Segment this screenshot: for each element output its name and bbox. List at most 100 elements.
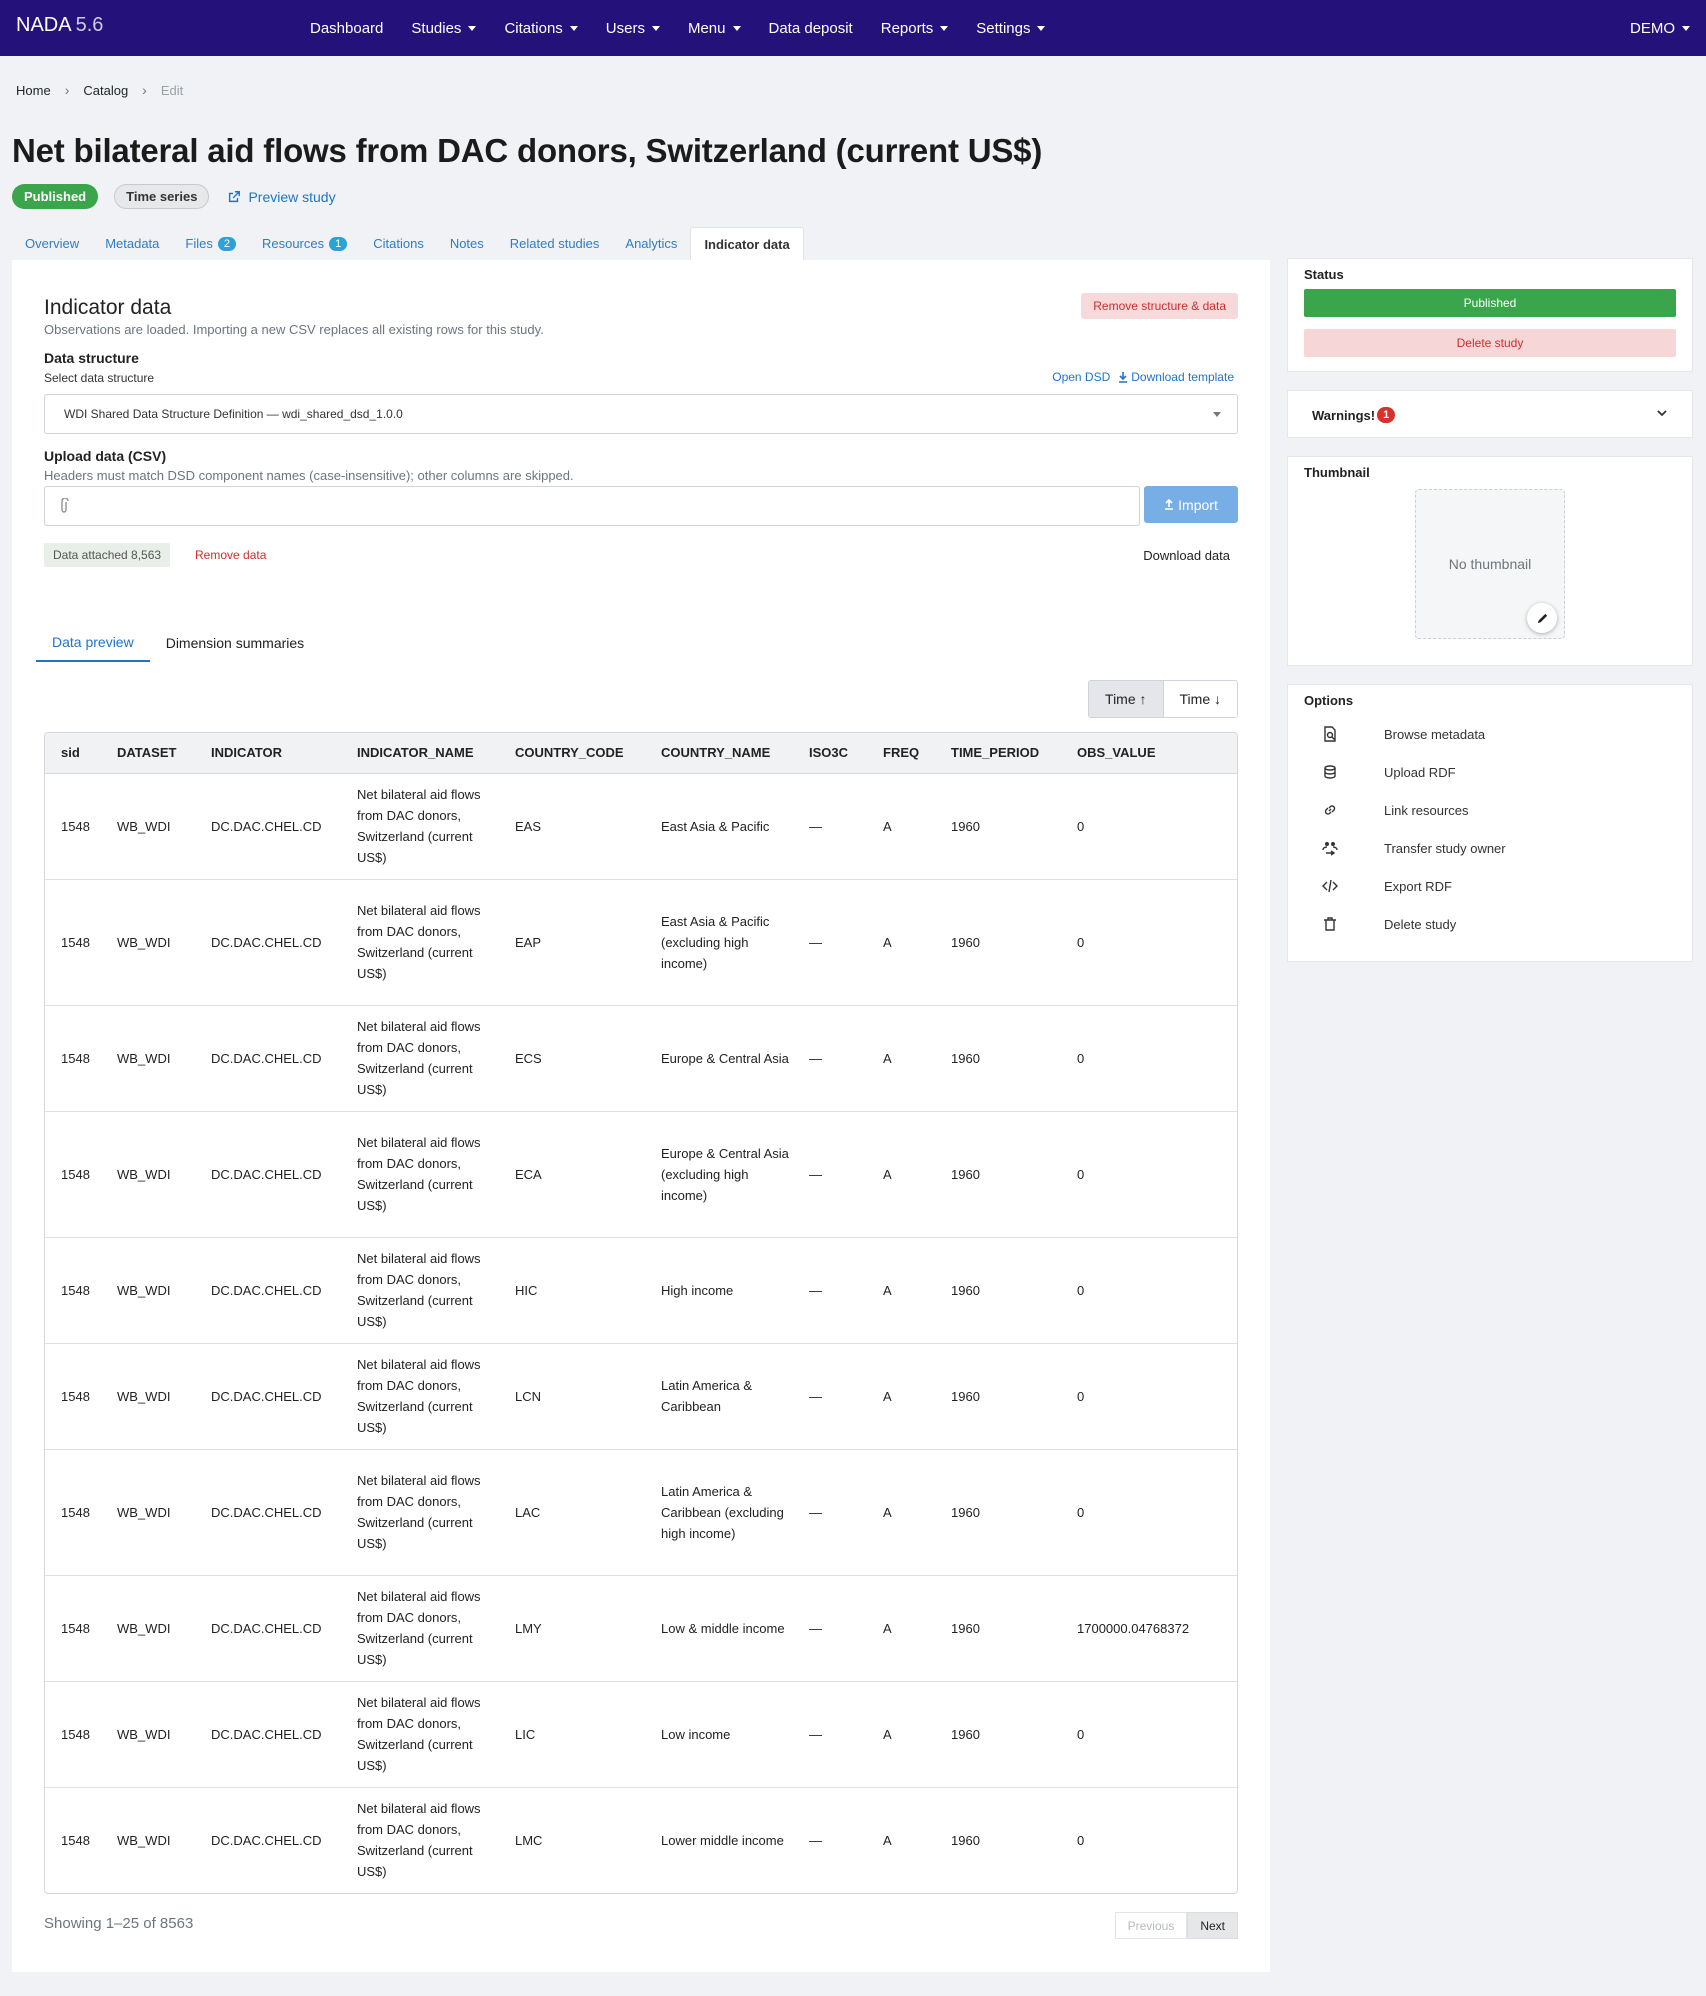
- sort-time-desc-button[interactable]: Time ↓: [1162, 681, 1237, 717]
- chevron-down-icon: [569, 25, 578, 31]
- cell-sid: 1548: [45, 1575, 109, 1682]
- table-row: 1548 WB_WDI DC.DAC.CHEL.CD Net bilateral ai…: [45, 1005, 1237, 1112]
- nav-item-citations[interactable]: Citations: [490, 0, 591, 56]
- chevron-down-icon: [732, 25, 741, 31]
- nav-item-label: Studies: [411, 19, 462, 37]
- cell-country_name: Lower middle income: [661, 1832, 784, 1848]
- tab-notes[interactable]: Notes: [437, 227, 497, 260]
- tab-analytics[interactable]: Analytics: [612, 227, 690, 260]
- tab-overview[interactable]: Overview: [12, 227, 92, 260]
- tab-data-preview[interactable]: Data preview: [36, 624, 150, 662]
- option-delete-study[interactable]: Delete study: [1304, 905, 1676, 943]
- chevron-down-icon[interactable]: [1656, 407, 1668, 419]
- status-card: Status Published Delete study: [1287, 258, 1693, 372]
- data-subtabs: Data preview Dimension summaries: [36, 624, 320, 662]
- import-button[interactable]: Import: [1144, 486, 1238, 523]
- breadcrumb-catalog[interactable]: Catalog: [83, 83, 128, 98]
- download-template-link[interactable]: Download template: [1131, 370, 1234, 384]
- option-transfer-study-owner[interactable]: Transfer study owner: [1304, 829, 1676, 867]
- tab-indicator-data[interactable]: Indicator data: [690, 227, 804, 260]
- cell-iso3c: —: [801, 879, 875, 1006]
- cell-indicator: DC.DAC.CHEL.CD: [211, 1832, 322, 1848]
- tab-citations[interactable]: Citations: [360, 227, 437, 260]
- option-upload-rdf[interactable]: Upload RDF: [1304, 753, 1676, 791]
- tab-files[interactable]: Files 2: [172, 227, 249, 260]
- cell-freq: A: [875, 1681, 943, 1788]
- remove-structure-button[interactable]: Remove structure & data: [1081, 293, 1238, 319]
- cell-country_name: Europe & Central Asia: [653, 1005, 801, 1112]
- remove-data-link[interactable]: Remove data: [195, 548, 266, 562]
- cell-freq: A: [875, 879, 943, 1006]
- cell-obs_value: 0: [1069, 879, 1237, 1006]
- cell-time_period: 1960: [943, 1343, 1069, 1450]
- breadcrumb-home[interactable]: Home: [16, 83, 51, 98]
- cell-dataset: WB_WDI: [117, 1832, 171, 1848]
- option-link-resources[interactable]: Link resources: [1304, 791, 1676, 829]
- cell-iso3c: —: [801, 773, 875, 880]
- cell-indicator: DC.DAC.CHEL.CD: [203, 773, 349, 880]
- nav-item-menu[interactable]: Menu: [674, 0, 755, 56]
- cell-dataset: WB_WDI: [109, 1111, 203, 1238]
- preview-study-label: Preview study: [248, 188, 336, 205]
- nav-item-label: Settings: [976, 19, 1031, 37]
- nav-item-reports[interactable]: Reports: [867, 0, 963, 56]
- csv-file-input[interactable]: [44, 486, 1140, 526]
- cell-indicator: DC.DAC.CHEL.CD: [203, 1111, 349, 1238]
- option-browse-metadata[interactable]: Browse metadata: [1304, 715, 1676, 753]
- sort-time-asc-button[interactable]: Time ↑: [1089, 681, 1163, 717]
- nav-item-studies[interactable]: Studies: [397, 0, 490, 56]
- cell-indicator_name: Net bilateral aid flows from DAC donors,…: [349, 773, 507, 880]
- published-button[interactable]: Published: [1304, 289, 1676, 317]
- tab-metadata[interactable]: Metadata: [92, 227, 172, 260]
- chevron-down-icon: [1037, 25, 1046, 31]
- column-header-freq: FREQ: [875, 733, 943, 774]
- previous-page-button[interactable]: Previous: [1114, 1912, 1188, 1939]
- nav-item-label: Users: [605, 19, 645, 37]
- cell-obs_value: 0: [1069, 1343, 1237, 1450]
- nav-item-data-deposit[interactable]: Data deposit: [755, 0, 867, 56]
- chevron-right-icon: ›: [142, 82, 147, 98]
- column-header-country_name: COUNTRY_NAME: [653, 733, 801, 774]
- option-label: Export RDF: [1384, 878, 1452, 894]
- trash-icon: [1304, 916, 1384, 932]
- brand-version: 5.6: [75, 14, 104, 36]
- table-header-row: sid DATASET INDICATOR INDICATOR_NAME COUNTRY…: [45, 733, 1237, 774]
- tab-label: Related studies: [509, 236, 600, 251]
- cell-country_name: Latin America & Caribbean: [653, 1343, 801, 1450]
- open-dsd-link[interactable]: Open DSD: [1052, 370, 1110, 384]
- user-menu[interactable]: DEMO: [1630, 0, 1690, 56]
- warnings-label: Warnings! 1: [1312, 407, 1396, 423]
- download-data-button[interactable]: Download data: [1143, 548, 1230, 563]
- paperclip-icon: [61, 498, 69, 513]
- cell-country_code: HIC: [507, 1237, 653, 1344]
- delete-study-button[interactable]: Delete study: [1304, 329, 1676, 357]
- tab-dimension-summaries[interactable]: Dimension summaries: [150, 624, 320, 662]
- tab-related-studies[interactable]: Related studies: [497, 227, 613, 260]
- option-export-rdf[interactable]: Export RDF: [1304, 867, 1676, 905]
- cell-freq: A: [875, 1111, 943, 1238]
- nav-item-dashboard[interactable]: Dashboard: [296, 0, 397, 56]
- status-badge: Published: [12, 184, 99, 209]
- nav-item-users[interactable]: Users: [592, 0, 674, 56]
- column-header-sid: sid: [45, 733, 109, 774]
- tab-label: Metadata: [105, 236, 160, 251]
- cell-iso3c: —: [801, 1237, 875, 1344]
- table-row: 1548 WB_WDI DC.DAC.CHEL.CD Net bilateral ai…: [45, 773, 1237, 880]
- upload-help-text: Headers must match DSD component names (…: [44, 468, 574, 483]
- nav-item-settings[interactable]: Settings: [962, 0, 1059, 56]
- preview-study-link[interactable]: Preview study: [227, 188, 336, 205]
- upload-rdf-icon: [1304, 764, 1384, 780]
- cell-time_period: 1960: [943, 1005, 1069, 1112]
- tab-count-badge: 2: [217, 236, 236, 251]
- tab-resources[interactable]: Resources 1: [249, 227, 360, 260]
- next-page-button[interactable]: Next: [1187, 1912, 1238, 1939]
- status-label: Status: [1304, 267, 1344, 282]
- brand-logo[interactable]: NADA 5.6: [16, 14, 103, 37]
- data-structure-select[interactable]: WDI Shared Data Structure Definition — w…: [44, 394, 1238, 434]
- edit-thumbnail-button[interactable]: [1527, 603, 1557, 633]
- table-row: 1548 WB_WDI DC.DAC.CHEL.CD Net bilateral ai…: [45, 1787, 1237, 1893]
- warnings-card[interactable]: Warnings! 1: [1287, 390, 1693, 438]
- cell-dataset: WB_WDI: [109, 1343, 203, 1450]
- cell-iso3c: —: [809, 1832, 822, 1848]
- chevron-down-icon: [468, 25, 477, 31]
